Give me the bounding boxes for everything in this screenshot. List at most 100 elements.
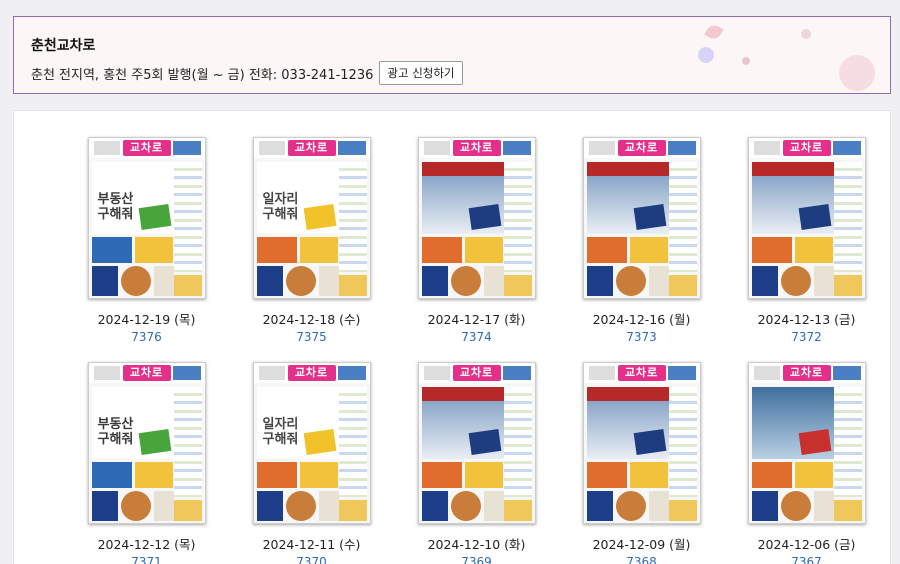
cover-corner	[667, 366, 696, 380]
issue-cover-image[interactable]: 교차로 일자리 구해줘	[252, 362, 371, 524]
issue-number-link[interactable]: 7373	[626, 330, 657, 344]
cover-side-ads	[833, 162, 862, 272]
issue-card[interactable]: 교차로 2024-12-17 (화) 7374	[394, 137, 559, 344]
cover-side-ads	[173, 162, 202, 272]
cover-hero-text: 일자리 구해줘	[262, 192, 299, 222]
cover-ad-block	[648, 266, 669, 296]
cover-side-ads	[833, 387, 862, 497]
cover-header: 교차로	[583, 363, 700, 383]
issue-number-link[interactable]: 7371	[131, 555, 162, 564]
issue-cover-image[interactable]: 교차로 부동산 구해줘	[87, 362, 206, 524]
issue-cover-image[interactable]: 교차로	[582, 362, 701, 524]
issue-date: 2024-12-10 (화)	[427, 537, 526, 552]
cover-ad-block	[751, 491, 778, 521]
cover-food-image	[615, 491, 646, 521]
cover-ad-block	[421, 237, 462, 263]
issue-date: 2024-12-19 (목)	[97, 312, 196, 327]
cover-ad-block	[256, 491, 283, 521]
issue-cover-image[interactable]: 교차로	[417, 137, 536, 299]
cover-ad-block	[464, 237, 503, 263]
issue-date: 2024-12-12 (목)	[97, 537, 196, 552]
cover-ad-block	[91, 491, 118, 521]
cover-badge	[423, 366, 450, 380]
cover-ad-block	[751, 237, 792, 263]
issue-number-link[interactable]: 7368	[626, 555, 657, 564]
cover-ad-block	[256, 237, 297, 263]
cover-ad-block	[629, 237, 668, 263]
cover-hero-text: 일자리 구해줘	[262, 417, 299, 447]
cover-side-ads	[668, 387, 697, 497]
cover-logo: 교차로	[452, 140, 501, 156]
cover-logo: 교차로	[617, 140, 666, 156]
cover-hero-text: 부동산 구해줘	[97, 417, 134, 447]
issue-card[interactable]: 교차로 일자리 구해줘 2024-12-11 (수) 7370	[229, 362, 394, 564]
cover-header: 교차로	[748, 138, 865, 158]
issue-date: 2024-12-11 (수)	[262, 537, 361, 552]
issue-number-link[interactable]: 7376	[131, 330, 162, 344]
issue-date: 2024-12-09 (월)	[592, 537, 691, 552]
cover-ad-block	[318, 266, 339, 296]
cover-food-image	[450, 266, 481, 296]
issue-number-link[interactable]: 7372	[791, 330, 822, 344]
cover-hero	[586, 387, 669, 459]
issue-cover-image[interactable]: 교차로	[582, 137, 701, 299]
cover-badge	[423, 141, 450, 155]
cover-ad-block	[794, 237, 833, 263]
cover-ad-block	[483, 266, 504, 296]
issue-card[interactable]: 교차로 2024-12-10 (화) 7369	[394, 362, 559, 564]
cover-ad-block	[91, 266, 118, 296]
cover-corner	[172, 141, 201, 155]
cover-logo: 교차로	[782, 365, 831, 381]
cover-badge	[753, 141, 780, 155]
cover-food-image	[285, 266, 316, 296]
issue-cover-image[interactable]: 교차로 일자리 구해줘	[252, 137, 371, 299]
cover-ad-block	[153, 266, 174, 296]
cover-food-image	[450, 491, 481, 521]
issue-number-link[interactable]: 7375	[296, 330, 327, 344]
cover-ad-block	[338, 275, 367, 296]
issue-number-link[interactable]: 7369	[461, 555, 492, 564]
issue-cover-image[interactable]: 교차로	[747, 362, 866, 524]
issue-date: 2024-12-18 (수)	[262, 312, 361, 327]
cover-header: 교차로	[583, 138, 700, 158]
issue-number-link[interactable]: 7367	[791, 555, 822, 564]
cover-side-ads	[338, 162, 367, 272]
issue-number-link[interactable]: 7374	[461, 330, 492, 344]
issue-card[interactable]: 교차로 부동산 구해줘 2024-12-12 (목) 7371	[64, 362, 229, 564]
issue-date: 2024-12-06 (금)	[757, 537, 856, 552]
cover-hero	[586, 162, 669, 234]
cover-ad-block	[153, 491, 174, 521]
cover-ad-block	[751, 266, 778, 296]
issue-cover-image[interactable]: 교차로 부동산 구해줘	[87, 137, 206, 299]
cover-ad-block	[483, 491, 504, 521]
issue-date: 2024-12-13 (금)	[757, 312, 856, 327]
issue-card[interactable]: 교차로 2024-12-09 (월) 7368	[559, 362, 724, 564]
cover-ad-block	[299, 462, 338, 488]
cover-ad-block	[134, 237, 173, 263]
cover-hero	[751, 162, 834, 234]
issue-card[interactable]: 교차로 일자리 구해줘 2024-12-18 (수) 7375	[229, 137, 394, 344]
cover-hero-graphic	[303, 204, 336, 230]
cover-hero: 부동산 구해줘	[91, 387, 174, 459]
cover-ad-block	[173, 275, 202, 296]
cover-hero-graphic	[468, 429, 501, 455]
cover-ad-block	[256, 266, 283, 296]
cover-food-image	[285, 491, 316, 521]
issue-cover-image[interactable]: 교차로	[747, 137, 866, 299]
issue-card[interactable]: 교차로 2024-12-16 (월) 7373	[559, 137, 724, 344]
cover-hero-graphic	[798, 429, 831, 455]
cover-ad-block	[833, 500, 862, 521]
issue-card[interactable]: 교차로 부동산 구해줘 2024-12-19 (목) 7376	[64, 137, 229, 344]
issue-card[interactable]: 교차로 2024-12-13 (금) 7372	[724, 137, 889, 344]
cover-food-image	[615, 266, 646, 296]
cover-corner	[502, 366, 531, 380]
publication-title: 춘천교차로	[31, 38, 96, 54]
issue-number-link[interactable]: 7370	[296, 555, 327, 564]
cover-logo: 교차로	[287, 365, 336, 381]
cover-header: 교차로	[418, 363, 535, 383]
ad-request-button[interactable]: 광고 신청하기	[379, 61, 463, 85]
cover-ad-block	[833, 275, 862, 296]
publication-info-text: 춘천 전지역, 홍천 주5회 발행(월 ~ 금) 전화: 033-241-123…	[31, 67, 374, 83]
issue-card[interactable]: 교차로 2024-12-06 (금) 7367	[724, 362, 889, 564]
issue-cover-image[interactable]: 교차로	[417, 362, 536, 524]
